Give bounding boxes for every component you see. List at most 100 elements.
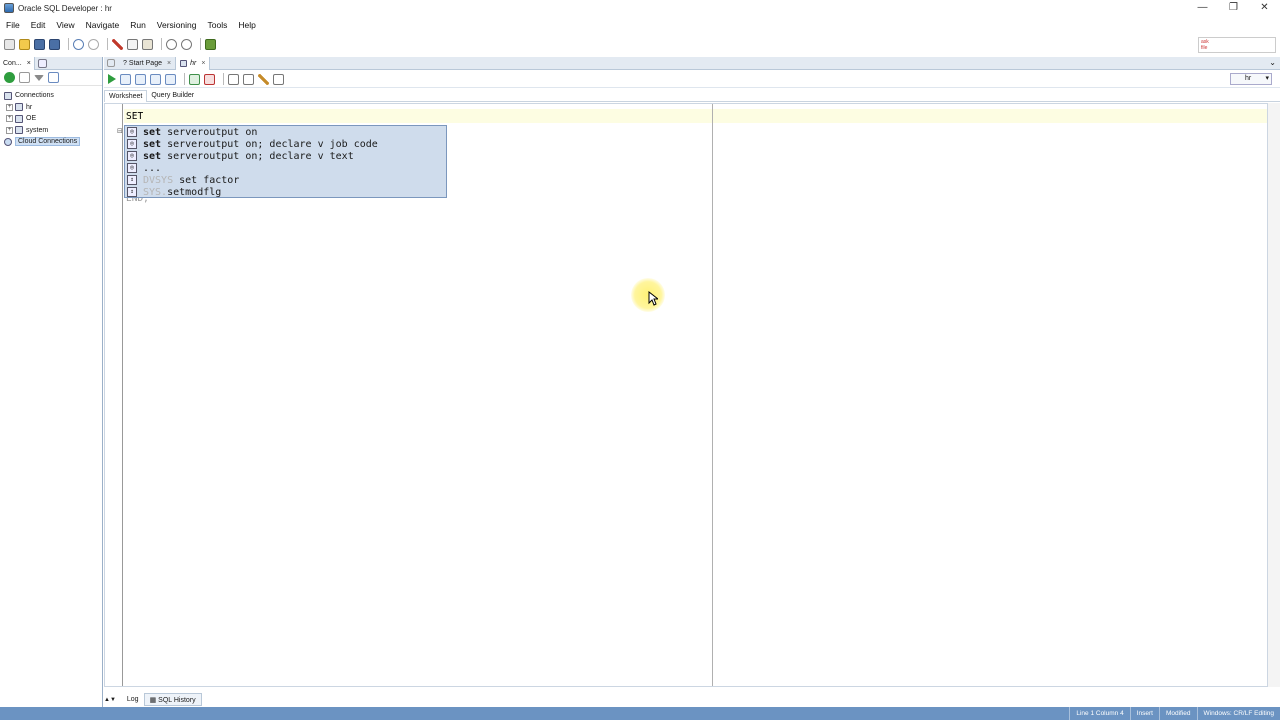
open-folder-icon[interactable] xyxy=(19,38,30,50)
worksheet-toolbar: hr xyxy=(104,71,1280,88)
run-script-icon[interactable] xyxy=(120,73,131,85)
panel-minimize-icon[interactable] xyxy=(107,59,115,67)
database-icon xyxy=(15,114,23,123)
copy-icon[interactable] xyxy=(127,38,138,50)
main-toolbar xyxy=(0,36,300,52)
status-cursor-position: Line 1 Column 4 xyxy=(1069,707,1129,720)
tab-sql-history-label: SQL History xyxy=(158,697,196,704)
save-icon[interactable] xyxy=(34,38,45,50)
snippet-icon: ◎ xyxy=(127,151,137,161)
tab-hr-worksheet[interactable]: hr × xyxy=(175,56,211,70)
toolbar-separator xyxy=(107,38,108,50)
back-icon[interactable] xyxy=(166,38,177,50)
restore-button[interactable]: ❐ xyxy=(1218,0,1249,16)
paste-icon[interactable] xyxy=(142,38,153,50)
new-file-icon[interactable] xyxy=(4,38,15,50)
menu-file[interactable]: File xyxy=(6,20,20,30)
tab-list-chevron-icon[interactable]: ⌄ xyxy=(1269,58,1276,67)
completion-schema: DVSYS xyxy=(143,174,174,186)
minimize-button[interactable]: — xyxy=(1187,0,1218,16)
history-icon[interactable] xyxy=(273,73,284,85)
connections-panel: Con... × Connections + hr + OE + system … xyxy=(0,56,103,707)
refresh-icon[interactable] xyxy=(19,72,30,83)
collapse-arrows-icon[interactable]: ▲▼ xyxy=(104,697,116,703)
completion-item[interactable]: ↕ DVSYS set factor xyxy=(125,174,446,186)
expand-icon[interactable]: + xyxy=(6,126,13,134)
editor-scrollbar[interactable] xyxy=(1268,103,1280,687)
forward-icon[interactable] xyxy=(181,38,192,50)
completion-item[interactable]: ◎ ... xyxy=(125,162,446,174)
tree-item-hr[interactable]: + hr xyxy=(0,102,102,114)
procedure-icon: ↕ xyxy=(127,175,137,185)
tab-start-page[interactable]: ? Start Page × xyxy=(119,57,175,70)
tab-worksheet[interactable]: Worksheet xyxy=(104,89,148,102)
tree-item-label: Cloud Connections xyxy=(15,137,81,147)
cloud-icon xyxy=(4,137,12,146)
unshared-sql-icon[interactable] xyxy=(228,73,239,85)
connections-panel-tabs: Con... × xyxy=(0,56,102,70)
tab-sql-history[interactable]: ▦ SQL History xyxy=(143,693,202,706)
menu-tools[interactable]: Tools xyxy=(208,20,228,30)
bottom-panel-tabs: ▲▼ Log ▦ SQL History xyxy=(104,693,1280,706)
status-modified: Modified xyxy=(1158,707,1197,720)
tab-connections[interactable]: Con... × xyxy=(0,56,35,70)
fold-marker-icon[interactable]: ⊟ xyxy=(117,127,123,135)
snippet-icon: ◎ xyxy=(127,139,137,149)
close-button[interactable]: ✕ xyxy=(1249,0,1280,16)
save-all-icon[interactable] xyxy=(49,38,60,50)
completion-item[interactable]: ◎ set serveroutput on xyxy=(125,126,446,138)
completion-keyword: set xyxy=(143,150,162,162)
menu-run[interactable]: Run xyxy=(130,20,146,30)
search-hint-line: file xyxy=(1201,45,1208,51)
window-title: Oracle SQL Developer : hr xyxy=(18,3,112,13)
search-field[interactable]: ask file xyxy=(1198,37,1276,53)
expand-icon[interactable]: + xyxy=(6,115,13,123)
tab-log[interactable]: Log xyxy=(122,693,144,706)
menu-view[interactable]: View xyxy=(56,20,74,30)
editor-split-divider[interactable] xyxy=(712,104,713,686)
schema-browser-icon[interactable] xyxy=(48,72,59,83)
tree-item-oe[interactable]: + OE xyxy=(0,113,102,125)
explain-plan-icon[interactable] xyxy=(150,73,161,85)
format-icon[interactable] xyxy=(243,73,254,85)
menu-help[interactable]: Help xyxy=(238,20,255,30)
run-statement-icon[interactable] xyxy=(108,74,116,84)
add-connection-icon[interactable] xyxy=(4,72,15,83)
tree-item-cloud-connections[interactable]: Cloud Connections xyxy=(0,136,102,148)
rollback-icon[interactable] xyxy=(204,73,215,85)
commit-icon[interactable] xyxy=(189,73,200,85)
connection-selector[interactable]: hr xyxy=(1230,73,1272,85)
udemy-watermark: Udemy xyxy=(1240,697,1274,708)
completion-item[interactable]: ↕ SYS. setmodflg xyxy=(125,186,446,198)
close-icon[interactable]: × xyxy=(201,60,205,67)
expand-icon[interactable]: + xyxy=(6,103,13,111)
autotrace-icon[interactable] xyxy=(135,73,146,85)
menu-bar: File Edit View Navigate Run Versioning T… xyxy=(0,17,267,33)
status-insert-mode: Insert xyxy=(1129,707,1159,720)
tree-item-system[interactable]: + system xyxy=(0,125,102,137)
close-icon[interactable]: × xyxy=(27,60,31,67)
worksheet-subtabs: Worksheet Query Builder xyxy=(104,89,1280,102)
tab-reports[interactable] xyxy=(35,58,50,68)
cut-icon[interactable] xyxy=(112,38,123,50)
completion-item[interactable]: ◎ set serveroutput on; declare v text xyxy=(125,150,446,162)
tree-root-connections[interactable]: Connections xyxy=(0,90,102,102)
search-field-hint: ask file xyxy=(1201,39,1209,51)
completion-schema: SYS. xyxy=(143,186,168,198)
completion-text: serveroutput on xyxy=(161,126,258,138)
menu-versioning[interactable]: Versioning xyxy=(157,20,197,30)
menu-navigate[interactable]: Navigate xyxy=(86,20,120,30)
menu-edit[interactable]: Edit xyxy=(31,20,46,30)
close-icon[interactable]: × xyxy=(167,60,171,67)
tab-query-builder[interactable]: Query Builder xyxy=(147,90,198,102)
undo-icon[interactable] xyxy=(73,38,84,50)
tab-start-page-label: Start Page xyxy=(128,59,162,67)
redo-icon[interactable] xyxy=(88,38,99,50)
migration-icon[interactable] xyxy=(205,38,216,50)
filter-icon[interactable] xyxy=(34,74,44,81)
completion-item[interactable]: ◎ set serveroutput on; declare v job cod… xyxy=(125,138,446,150)
toolbar-separator xyxy=(223,73,224,85)
sql-tuning-icon[interactable] xyxy=(165,73,176,85)
clear-eraser-icon[interactable] xyxy=(258,73,269,85)
toolbar-separator xyxy=(68,38,69,50)
